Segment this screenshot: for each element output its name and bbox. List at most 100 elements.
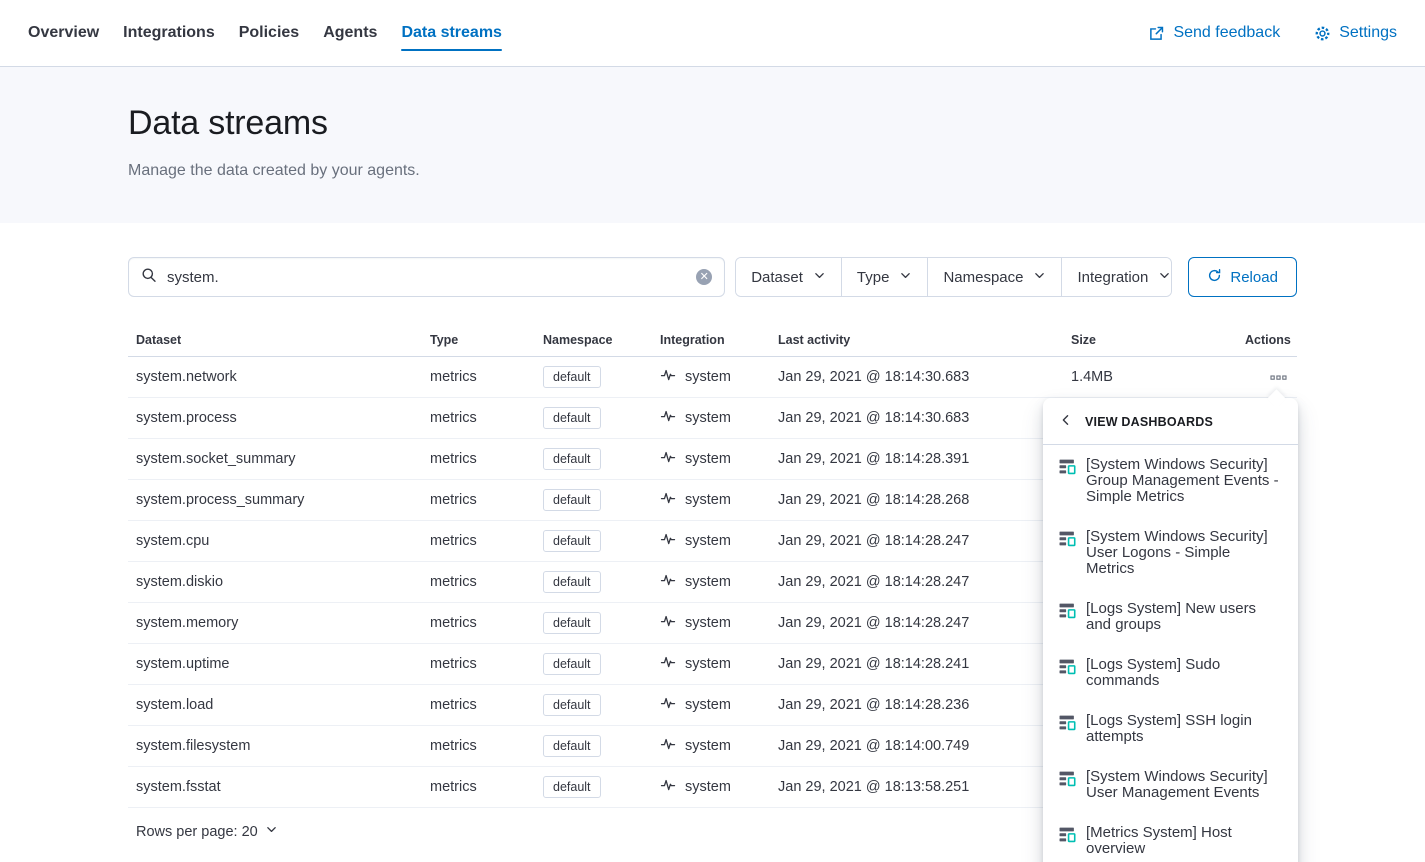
dashboard-link-label: [Metrics System] Host overview xyxy=(1086,825,1282,857)
actions-cell xyxy=(1237,357,1297,398)
namespace-badge: default xyxy=(543,776,601,798)
tab-overview[interactable]: Overview xyxy=(28,0,99,66)
namespace-cell: default xyxy=(535,685,652,726)
toolbar: ✕ Dataset TypeNamespace Integration Reload xyxy=(128,257,1297,297)
boxes-horizontal-icon xyxy=(1270,370,1287,385)
dashboard-link[interactable]: [System Windows Security] User Managemen… xyxy=(1043,757,1298,813)
integration-cell: system xyxy=(652,603,770,644)
actions-button[interactable] xyxy=(1268,368,1289,387)
dashboard-icon xyxy=(1059,658,1076,689)
nav-link-settings[interactable]: Settings xyxy=(1314,24,1397,42)
pulse-icon xyxy=(660,531,676,551)
search-icon xyxy=(141,267,157,288)
namespace-cell: default xyxy=(535,562,652,603)
chevron-down-icon xyxy=(813,269,826,286)
type-cell: metrics xyxy=(422,398,535,439)
namespace-badge: default xyxy=(543,571,601,593)
type-cell: metrics xyxy=(422,521,535,562)
filter-label: Dataset xyxy=(751,269,803,286)
dashboard-icon xyxy=(1059,714,1076,745)
column-header-actions: Actions xyxy=(1237,325,1297,357)
search-box[interactable]: ✕ xyxy=(128,257,725,297)
popover-header: VIEW DASHBOARDS xyxy=(1043,398,1298,445)
tab-integrations[interactable]: Integrations xyxy=(123,0,215,66)
dashboard-link-label: [System Windows Security] User Managemen… xyxy=(1086,769,1282,801)
top-nav: Overview Integrations Policies Agents Data s… xyxy=(0,0,1425,67)
namespace-cell: default xyxy=(535,439,652,480)
dashboard-link[interactable]: [System Windows Security] Group Manageme… xyxy=(1043,445,1298,517)
dashboard-link-label: [Logs System] Sudo commands xyxy=(1086,657,1282,689)
integration-label: system xyxy=(685,574,731,590)
pulse-icon xyxy=(660,572,676,592)
namespace-cell: default xyxy=(535,726,652,767)
last-activity-cell: Jan 29, 2021 @ 18:14:28.247 xyxy=(770,521,1063,562)
tab-policies[interactable]: Policies xyxy=(239,0,299,66)
filter-dataset[interactable]: Dataset xyxy=(736,258,842,296)
filter-integration[interactable]: Integration xyxy=(1062,258,1172,296)
chevron-down-icon xyxy=(1033,269,1046,286)
refresh-icon xyxy=(1207,268,1222,287)
dashboard-link[interactable]: [System Windows Security] User Logons - … xyxy=(1043,517,1298,589)
pulse-icon xyxy=(660,490,676,510)
chevron-down-icon xyxy=(265,823,278,840)
nav-link-send-feedback[interactable]: Send feedback xyxy=(1148,24,1280,42)
namespace-badge: default xyxy=(543,366,601,388)
dataset-cell: system.fsstat xyxy=(128,767,422,808)
namespace-badge: default xyxy=(543,694,601,716)
dashboard-link-label: [Logs System] New users and groups xyxy=(1086,601,1282,633)
integration-cell: system xyxy=(652,398,770,439)
dashboard-link[interactable]: [Logs System] SSH login attempts xyxy=(1043,701,1298,757)
reload-label: Reload xyxy=(1230,269,1278,286)
namespace-badge: default xyxy=(543,489,601,511)
last-activity-cell: Jan 29, 2021 @ 18:14:28.236 xyxy=(770,685,1063,726)
integration-cell: system xyxy=(652,357,770,398)
dataset-cell: system.diskio xyxy=(128,562,422,603)
search-input[interactable] xyxy=(165,268,688,287)
integration-label: system xyxy=(685,738,731,754)
integration-cell: system xyxy=(652,767,770,808)
integration-label: system xyxy=(685,533,731,549)
view-dashboards-popover: VIEW DASHBOARDS [System Windows Security… xyxy=(1043,398,1298,862)
namespace-badge: default xyxy=(543,448,601,470)
last-activity-cell: Jan 29, 2021 @ 18:14:28.247 xyxy=(770,603,1063,644)
pulse-icon xyxy=(660,449,676,469)
last-activity-cell: Jan 29, 2021 @ 18:14:30.683 xyxy=(770,398,1063,439)
fleet-data-streams-page: OverviewIntegrationsPoliciesAgentsData s… xyxy=(0,0,1425,862)
namespace-cell: default xyxy=(535,603,652,644)
dashboard-link[interactable]: [Logs System] New users and groups xyxy=(1043,589,1298,645)
page-subtitle: Manage the data created by your agents. xyxy=(128,162,1297,180)
namespace-cell: default xyxy=(535,357,652,398)
tab-data-streams[interactable]: Data streams xyxy=(401,0,502,66)
dashboard-link[interactable]: [Logs System] Sudo commands xyxy=(1043,645,1298,701)
integration-cell: system xyxy=(652,644,770,685)
column-header-size: Size xyxy=(1063,325,1237,357)
last-activity-cell: Jan 29, 2021 @ 18:14:28.241 xyxy=(770,644,1063,685)
dataset-cell: system.socket_summary xyxy=(128,439,422,480)
chevron-down-icon xyxy=(899,269,912,286)
namespace-badge: default xyxy=(543,530,601,552)
pulse-icon xyxy=(660,777,676,797)
tab-agents[interactable]: Agents xyxy=(323,0,377,66)
type-cell: metrics xyxy=(422,726,535,767)
pulse-icon xyxy=(660,736,676,756)
chevron-down-icon xyxy=(1158,269,1171,286)
reload-button[interactable]: Reload xyxy=(1188,257,1297,297)
type-cell: metrics xyxy=(422,357,535,398)
nav-link-label: Send feedback xyxy=(1173,24,1280,42)
dataset-cell: system.network xyxy=(128,357,422,398)
filter-namespace[interactable]: Namespace xyxy=(928,258,1062,296)
last-activity-cell: Jan 29, 2021 @ 18:14:30.683 xyxy=(770,357,1063,398)
filter-type[interactable]: Type xyxy=(842,258,929,296)
column-header-type: Type xyxy=(422,325,535,357)
dashboard-link[interactable]: [Metrics System] Host overview xyxy=(1043,813,1298,862)
popover-title: VIEW DASHBOARDS xyxy=(1085,415,1213,429)
rows-per-page[interactable]: Rows per page: 20 xyxy=(128,823,278,840)
clear-search-button[interactable]: ✕ xyxy=(696,269,712,285)
dataset-cell: system.process_summary xyxy=(128,480,422,521)
popover-back-button[interactable] xyxy=(1059,413,1073,430)
filter-label: Integration xyxy=(1077,269,1148,286)
table-header-row: DatasetTypeNamespaceIntegrationLast acti… xyxy=(128,325,1297,357)
column-header-last-activity: Last activity xyxy=(770,325,1063,357)
namespace-cell: default xyxy=(535,521,652,562)
page-header: Data streams Manage the data created by … xyxy=(0,67,1425,223)
